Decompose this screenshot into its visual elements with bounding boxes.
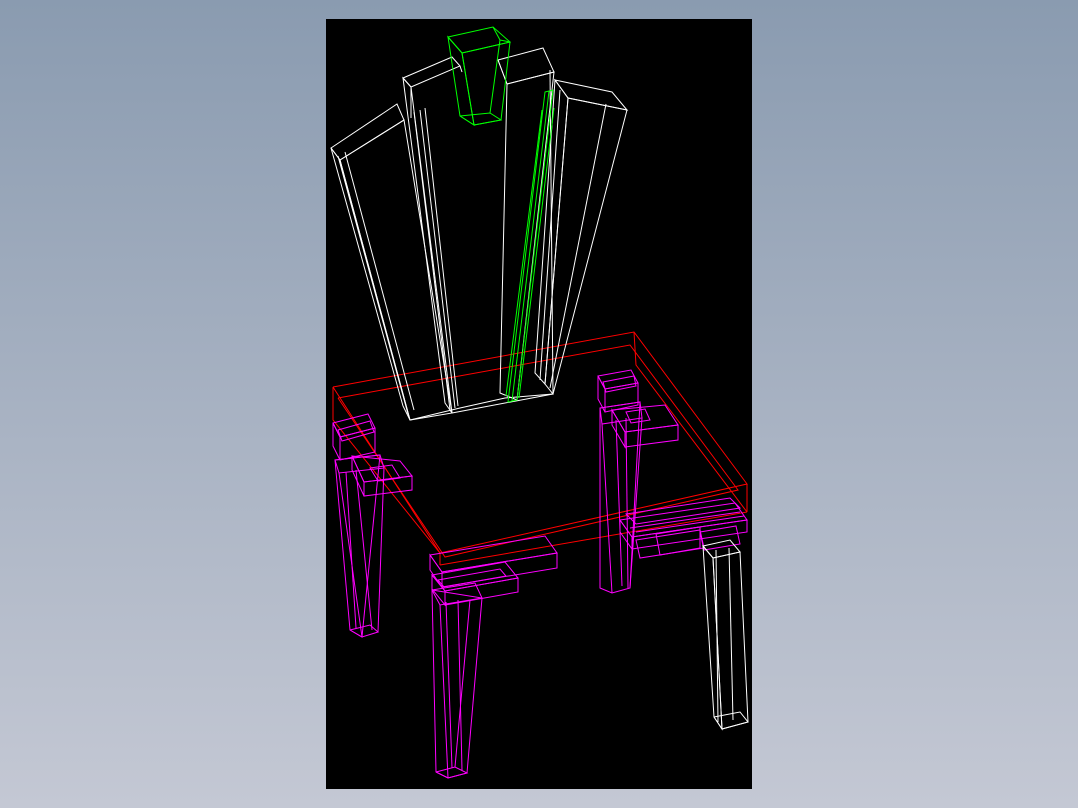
back-center-panel <box>402 56 463 414</box>
legs-and-joinery <box>332 369 748 779</box>
cad-window <box>0 0 1078 808</box>
model-viewport[interactable] <box>326 19 752 789</box>
back-right-leg <box>597 369 679 594</box>
front-right-leg <box>702 539 749 731</box>
front-right-apron <box>619 497 748 559</box>
back-panels <box>330 47 629 421</box>
chair-wireframe <box>330 26 749 779</box>
front-left-leg <box>429 535 558 779</box>
back-left-panel <box>330 103 453 421</box>
crest-rail <box>447 26 512 127</box>
